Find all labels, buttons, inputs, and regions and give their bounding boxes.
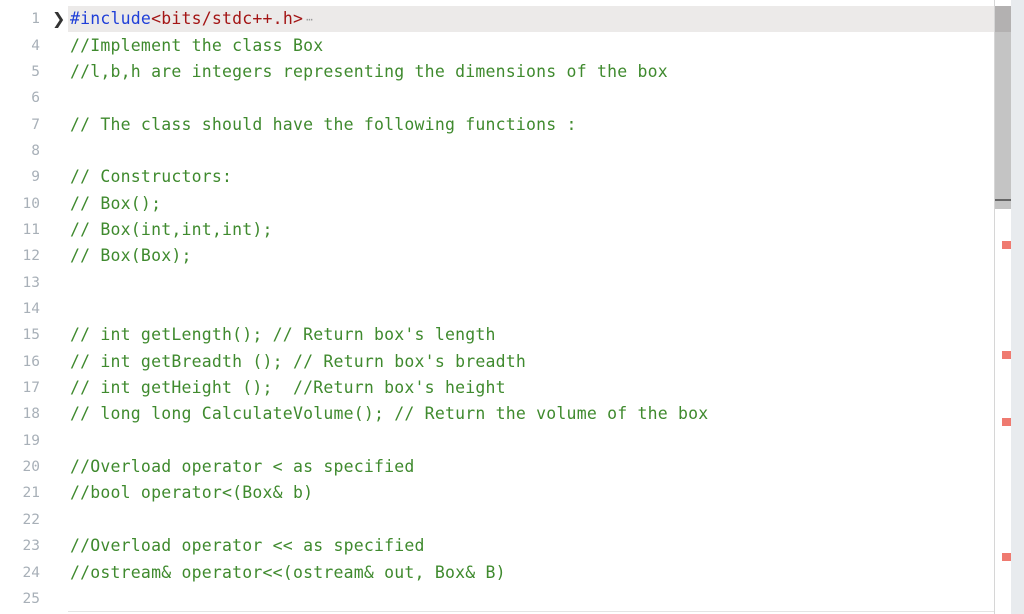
line-number: 7 [31,116,40,133]
line-number: 20 [22,459,40,476]
line-number: 12 [22,248,40,265]
code-line[interactable]: 12 // Box(Box); [0,243,994,269]
line-number: 5 [31,63,40,80]
code-comment[interactable]: // Box(Box); [70,243,192,269]
code-comment[interactable]: // int getBreadth (); // Return box's br… [70,349,526,375]
error-marker[interactable] [1002,241,1011,249]
line-number: 8 [31,142,40,159]
line-number: 25 [22,590,40,607]
line-number: 24 [22,564,40,581]
code-line[interactable]: 5 //l,b,h are integers representing the d… [0,59,994,85]
bottom-divider [68,611,994,612]
code-line[interactable]: 13 [0,270,994,296]
code-comment[interactable]: //ostream& operator<<(ostream& out, Box&… [70,560,506,586]
line-number: 13 [22,274,40,291]
line-number: 16 [22,353,40,370]
code-line[interactable]: 25 [0,586,994,612]
line-number: 11 [22,221,40,238]
cursor-ruler-mark [995,199,1011,201]
line-number: 9 [31,169,40,186]
error-marker[interactable] [1002,553,1011,561]
line-number: 18 [22,406,40,423]
code-line[interactable]: 8 [0,138,994,164]
code-line[interactable]: 23 //Overload operator << as specified [0,533,994,559]
line-number: 10 [22,195,40,212]
code-line[interactable]: 22 [0,507,994,533]
code-line[interactable]: 20 //Overload operator < as specified [0,454,994,480]
code-editor[interactable]: 1 ❯ #include<bits/stdc++.h> ⋯ 4 //Implemen… [0,0,994,614]
line-number: 14 [22,301,40,317]
code-line[interactable]: 9 // Constructors: [0,164,994,190]
scrollbar-thumb[interactable] [995,6,1011,209]
line-number: 1 [31,11,40,27]
code-comment[interactable]: //Overload operator << as specified [70,533,425,559]
code-comment[interactable]: // int getHeight (); //Return box's heig… [70,375,506,401]
chevron-right-icon[interactable]: ❯ [52,6,65,32]
line-number: 23 [22,538,40,555]
code-comment[interactable]: //l,b,h are integers representing the di… [70,59,668,85]
code-comment[interactable]: // int getLength(); // Return box's leng… [70,322,496,348]
code-line[interactable]: 19 [0,428,994,454]
vertical-scrollbar-track[interactable] [1011,0,1024,614]
line-number: 19 [22,432,40,449]
folded-ellipsis-icon[interactable]: ⋯ [306,13,313,26]
error-marker[interactable] [1002,418,1011,426]
code-comment[interactable]: //Overload operator < as specified [70,454,415,480]
code-line[interactable]: 17 // int getHeight (); //Return box's he… [0,375,994,401]
line-number: 15 [22,327,40,344]
code-comment[interactable]: // long long CalculateVolume(); // Retur… [70,401,708,427]
current-line-ruler-mark [995,6,1011,32]
code-comment[interactable]: // Box(int,int,int); [70,217,273,243]
code-line[interactable]: 15 // int getLength(); // Return box's le… [0,322,994,348]
code-line[interactable]: 6 [0,85,994,111]
code-line[interactable]: 14 [0,296,994,322]
line-number: 4 [31,37,40,54]
error-marker[interactable] [1002,351,1011,359]
line-number: 17 [22,380,40,397]
code-line[interactable]: 7 // The class should have the following … [0,112,994,138]
code-comment[interactable]: // Box(); [70,191,161,217]
code-comment[interactable]: //Implement the class Box [70,33,323,59]
code-line-1[interactable]: 1 ❯ #include<bits/stdc++.h> ⋯ [0,6,994,32]
code-line[interactable]: 21 //bool operator<(Box& b) [0,480,994,506]
code-line[interactable]: 16 // int getBreadth (); // Return box's … [0,349,994,375]
code-comment[interactable]: // The class should have the following f… [70,112,577,138]
code-comment[interactable]: //bool operator<(Box& b) [70,480,313,506]
code-comment[interactable]: // Constructors: [70,164,232,190]
code-line[interactable]: 24 //ostream& operator<<(ostream& out, Bo… [0,560,994,586]
preprocessor-directive: #include [70,9,152,28]
code-line[interactable]: 10 // Box(); [0,191,994,217]
line-number: 6 [31,90,40,107]
code-line[interactable]: 4 //Implement the class Box [0,33,994,59]
line-number: 21 [22,485,40,502]
include-header: <bits/stdc++.h> [151,9,304,28]
code-line[interactable]: 18 // long long CalculateVolume(); // Ret… [0,401,994,427]
line-number: 22 [22,511,40,528]
code-text[interactable]: #include<bits/stdc++.h> ⋯ [70,6,313,33]
code-line[interactable]: 11 // Box(int,int,int); [0,217,994,243]
